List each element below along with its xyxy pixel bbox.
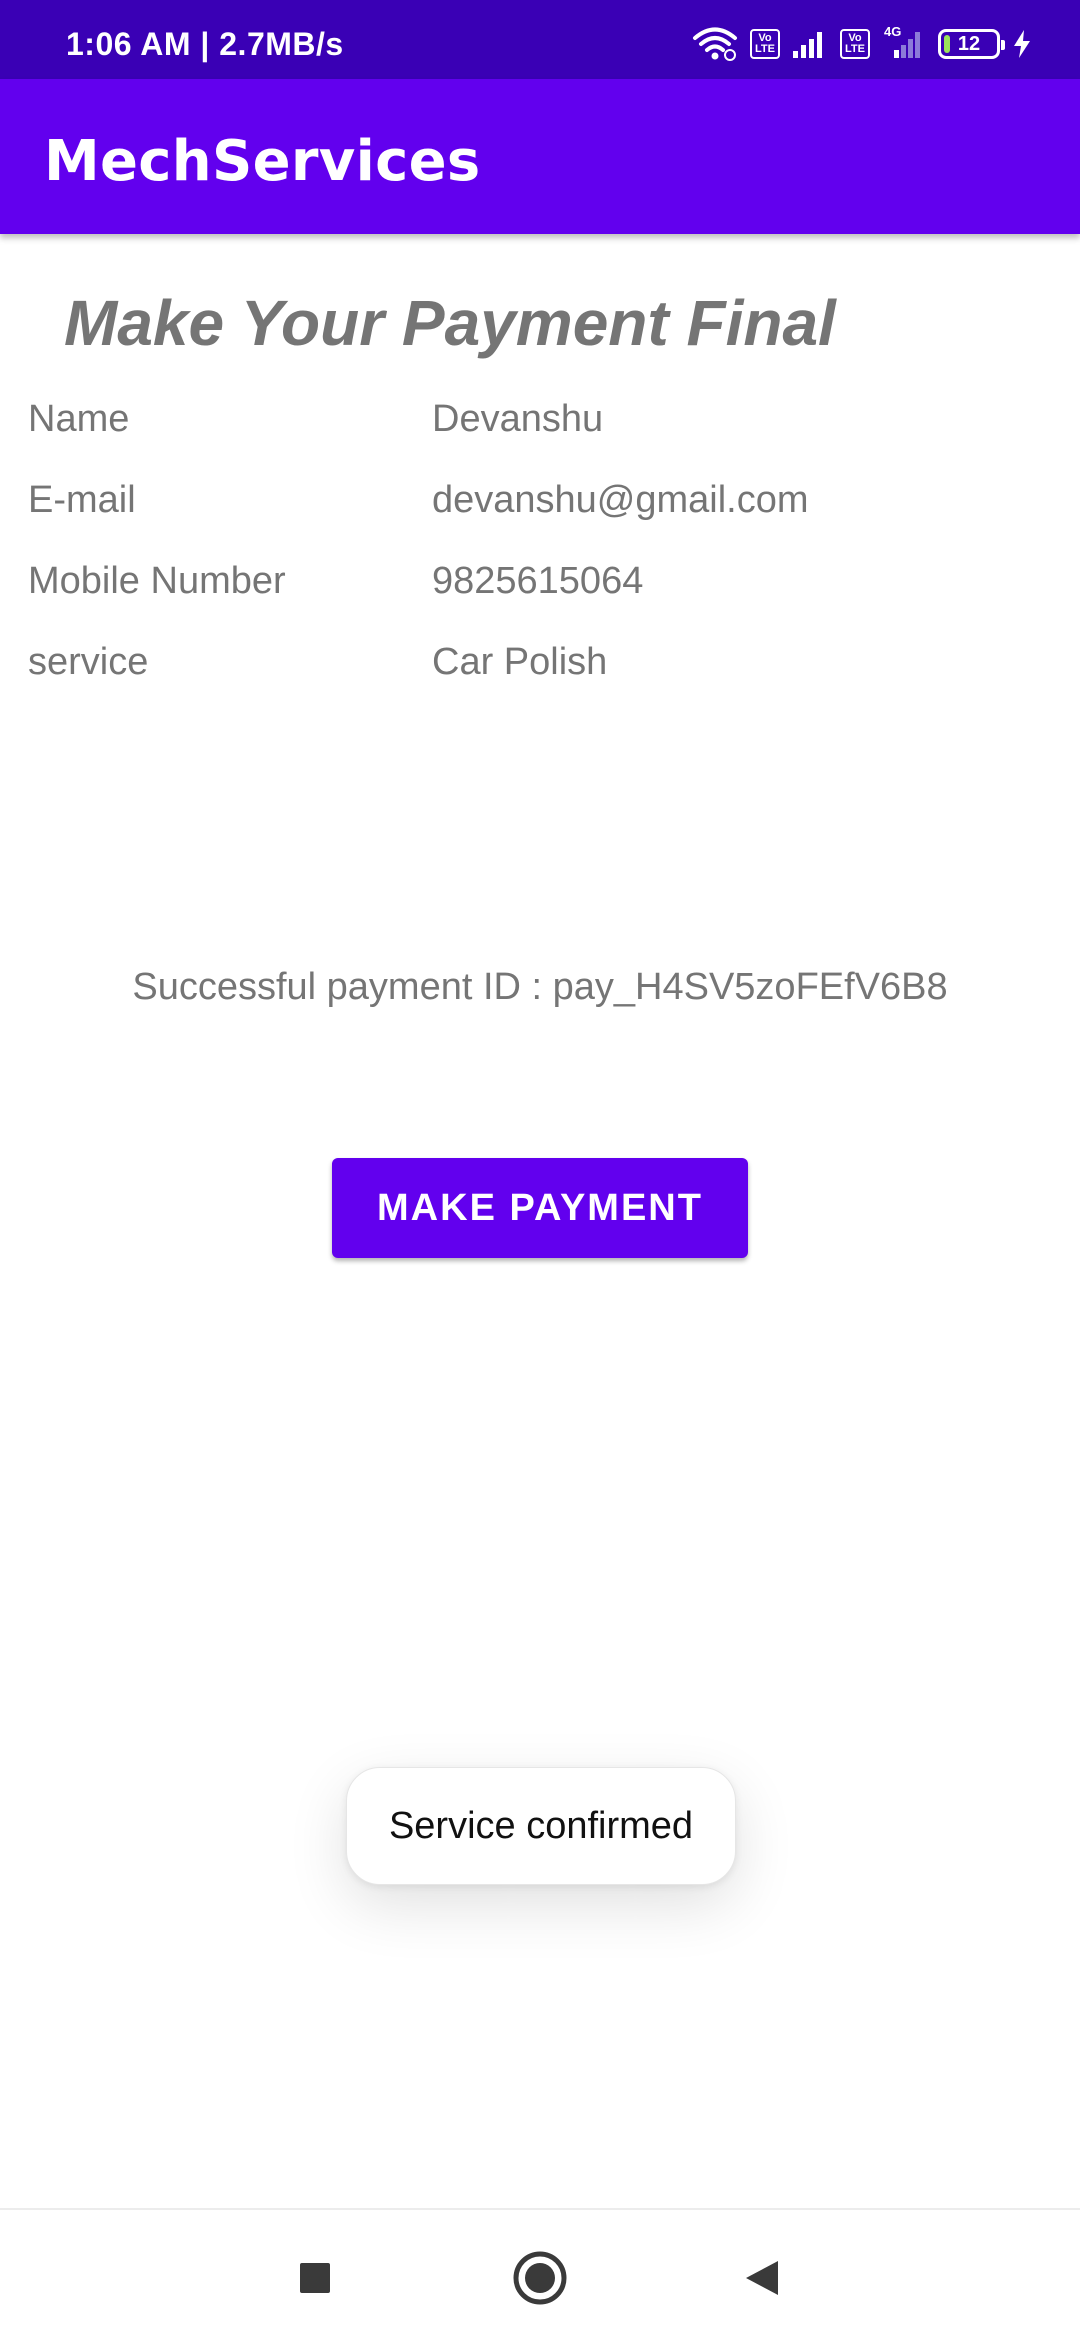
detail-row-service: service Car Polish: [0, 641, 1080, 701]
detail-value: devanshu@gmail.com: [432, 479, 809, 521]
detail-value: Car Polish: [432, 641, 608, 683]
toast-message: Service confirmed: [346, 1767, 736, 1885]
detail-row-email: E-mail devanshu@gmail.com: [0, 479, 1080, 539]
recents-icon[interactable]: [287, 2250, 343, 2306]
back-icon[interactable]: [734, 2250, 790, 2306]
page-heading: Make Your Payment Final: [64, 287, 836, 359]
signal-4g-icon: 4G: [882, 24, 926, 60]
charging-icon: [1012, 29, 1032, 59]
status-bar: 1:06 AM | 2.7MB/s Vo LTE Vo LTE 4G 12: [0, 0, 1080, 79]
status-icons: Vo LTE Vo LTE 4G 12: [692, 24, 1032, 62]
volte-icon: Vo LTE: [840, 29, 870, 59]
home-icon[interactable]: [512, 2250, 568, 2306]
detail-row-mobile: Mobile Number 9825615064: [0, 560, 1080, 620]
status-time-speed: 1:06 AM | 2.7MB/s: [66, 26, 344, 62]
detail-label: Mobile Number: [28, 560, 286, 602]
wifi-icon: [692, 27, 738, 61]
detail-value: 9825615064: [432, 560, 644, 602]
signal-icon: [792, 29, 828, 59]
detail-value: Devanshu: [432, 398, 604, 440]
detail-label: service: [28, 641, 149, 683]
navigation-bar: [0, 2208, 1080, 2342]
app-bar: MechServices: [0, 79, 1080, 234]
battery-icon: 12: [938, 29, 1005, 59]
detail-label: E-mail: [28, 479, 136, 521]
detail-label: Name: [28, 398, 130, 440]
payment-status: Successful payment ID : pay_H4SV5zoFEfV6…: [132, 966, 948, 1008]
volte-icon: Vo LTE: [750, 29, 780, 59]
detail-row-name: Name Devanshu: [0, 398, 1080, 458]
make-payment-button[interactable]: MAKE PAYMENT: [332, 1158, 748, 1258]
app-title: MechServices: [44, 129, 481, 194]
